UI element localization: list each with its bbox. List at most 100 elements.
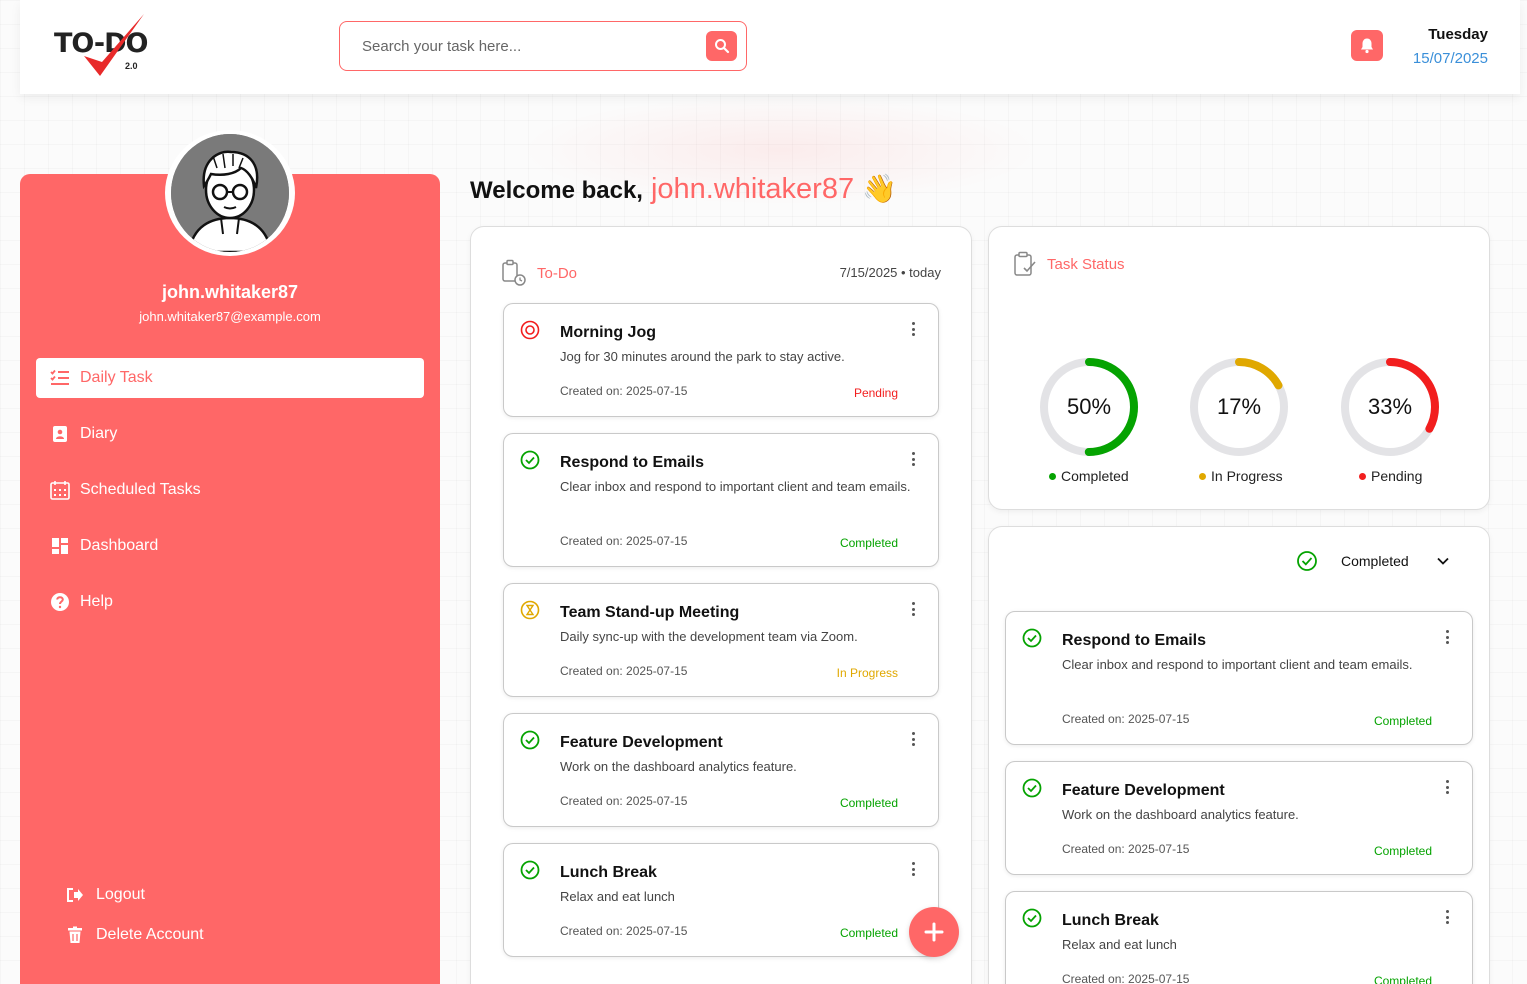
task-created: Created on: 2025-07-15 bbox=[1062, 972, 1190, 984]
task-status: Pending bbox=[853, 386, 898, 400]
task-card[interactable]: Feature Development Work on the dashboar… bbox=[503, 713, 939, 827]
sidebar: john.whitaker87 john.whitaker87@example.… bbox=[20, 174, 440, 984]
sidebar-user-email: john.whitaker87@example.com bbox=[139, 309, 321, 324]
sidebar-item-dashboard[interactable]: Dashboard bbox=[36, 526, 424, 566]
task-description: Relax and eat lunch bbox=[560, 889, 675, 904]
wave-icon: 👋 bbox=[862, 173, 897, 204]
search-box bbox=[339, 21, 747, 71]
welcome-heading: Welcome back, john.whitaker87 👋 bbox=[470, 172, 897, 206]
check-circle-icon bbox=[520, 730, 540, 750]
check-circle-icon bbox=[520, 450, 540, 470]
sidebar-item-label: Help bbox=[80, 593, 113, 610]
legend-label: Completed bbox=[1061, 468, 1129, 484]
dashboard-icon bbox=[50, 536, 70, 556]
top-header: TO-DO 2.0 Tuesday 15/07/2025 bbox=[20, 0, 1520, 94]
task-title: Feature Development bbox=[1062, 782, 1225, 799]
task-description: Jog for 30 minutes around the park to st… bbox=[560, 349, 845, 364]
more-options-icon[interactable] bbox=[908, 860, 918, 878]
task-title: Lunch Break bbox=[560, 864, 657, 881]
bell-icon bbox=[1361, 38, 1373, 54]
search-button[interactable] bbox=[706, 31, 737, 61]
more-options-icon[interactable] bbox=[1442, 628, 1452, 646]
task-description: Relax and eat lunch bbox=[1062, 937, 1177, 952]
app-logo[interactable]: TO-DO 2.0 bbox=[54, 12, 164, 82]
task-status-title-label: Task Status bbox=[1047, 255, 1125, 273]
task-description: Work on the dashboard analytics feature. bbox=[1062, 807, 1299, 822]
task-status-title: Task Status bbox=[1013, 251, 1125, 277]
todo-date: 7/15/2025 • today bbox=[839, 265, 941, 280]
task-status: Completed bbox=[1373, 974, 1432, 984]
check-circle-icon bbox=[1022, 908, 1042, 928]
logout-label: Logout bbox=[96, 886, 145, 903]
check-circle-icon bbox=[1297, 551, 1317, 571]
task-status: In Progress bbox=[836, 666, 898, 680]
search-input[interactable] bbox=[362, 34, 692, 58]
more-options-icon[interactable] bbox=[908, 600, 918, 618]
task-status: Completed bbox=[1373, 844, 1432, 858]
donut-pending-value: 33% bbox=[1367, 394, 1413, 419]
task-description: Work on the dashboard analytics feature. bbox=[560, 759, 797, 774]
task-description: Clear inbox and respond to important cli… bbox=[560, 479, 911, 494]
avatar-image bbox=[171, 134, 289, 252]
task-created: Created on: 2025-07-15 bbox=[560, 534, 688, 548]
task-card[interactable]: Lunch Break Relax and eat lunch Created … bbox=[1005, 891, 1473, 984]
help-icon bbox=[50, 592, 70, 612]
task-card[interactable]: Lunch Break Relax and eat lunch Created … bbox=[503, 843, 939, 957]
calendar-icon bbox=[50, 480, 70, 500]
sidebar-user-name: john.whitaker87 bbox=[161, 282, 299, 302]
list-icon bbox=[50, 368, 70, 388]
sidebar-item-label: Dashboard bbox=[80, 537, 159, 554]
sidebar-item-daily-task[interactable]: Daily Task bbox=[36, 358, 424, 398]
avatar[interactable] bbox=[165, 130, 295, 256]
task-card[interactable]: Respond to Emails Clear inbox and respon… bbox=[1005, 611, 1473, 745]
sidebar-item-help[interactable]: Help bbox=[36, 582, 424, 622]
check-circle-icon bbox=[1022, 778, 1042, 798]
task-created: Created on: 2025-07-15 bbox=[560, 794, 688, 808]
task-title: Respond to Emails bbox=[1062, 632, 1207, 649]
task-card[interactable]: Respond to Emails Clear inbox and respon… bbox=[503, 433, 939, 567]
logo-checkmark-icon bbox=[84, 14, 144, 76]
more-options-icon[interactable] bbox=[1442, 908, 1452, 926]
current-date: 15/07/2025 bbox=[1412, 50, 1488, 67]
clipboard-clock-icon bbox=[501, 259, 527, 287]
plus-icon bbox=[924, 922, 944, 942]
task-status: Completed bbox=[839, 536, 898, 550]
task-status: Completed bbox=[839, 926, 898, 940]
task-card[interactable]: Morning Jog Jog for 30 minutes around th… bbox=[503, 303, 939, 417]
status-filter-dropdown[interactable]: Completed bbox=[1296, 550, 1449, 572]
add-task-button[interactable] bbox=[909, 907, 959, 957]
logout-button[interactable]: Logout bbox=[66, 883, 145, 907]
task-title: Team Stand-up Meeting bbox=[560, 604, 740, 621]
notifications-button[interactable] bbox=[1351, 30, 1383, 61]
pending-circle-icon bbox=[520, 320, 540, 340]
task-title: Lunch Break bbox=[1062, 912, 1159, 929]
task-title: Respond to Emails bbox=[560, 454, 705, 471]
more-options-icon[interactable] bbox=[908, 320, 918, 338]
donut-completed-value: 50% bbox=[1066, 394, 1112, 419]
task-created: Created on: 2025-07-15 bbox=[560, 664, 688, 678]
task-card[interactable]: Feature Development Work on the dashboar… bbox=[1005, 761, 1473, 875]
more-options-icon[interactable] bbox=[1442, 778, 1452, 796]
task-created: Created on: 2025-07-15 bbox=[1062, 712, 1190, 726]
task-created: Created on: 2025-07-15 bbox=[560, 924, 688, 938]
filter-label: Completed bbox=[1341, 553, 1409, 569]
welcome-username: john.whitaker87 bbox=[650, 173, 855, 205]
chevron-down-icon bbox=[1437, 557, 1449, 565]
task-description: Clear inbox and respond to important cli… bbox=[1062, 657, 1413, 672]
task-created: Created on: 2025-07-15 bbox=[560, 384, 688, 398]
sidebar-item-scheduled-tasks[interactable]: Scheduled Tasks bbox=[36, 470, 424, 510]
delete-account-button[interactable]: Delete Account bbox=[66, 923, 204, 947]
donut-in-progress-value: 17% bbox=[1216, 394, 1262, 419]
diary-icon bbox=[50, 424, 70, 444]
task-title: Feature Development bbox=[560, 734, 723, 751]
sidebar-item-label: Diary bbox=[80, 425, 118, 442]
sidebar-item-diary[interactable]: Diary bbox=[36, 414, 424, 454]
legend-label: Pending bbox=[1371, 468, 1423, 484]
task-status: Completed bbox=[839, 796, 898, 810]
more-options-icon[interactable] bbox=[908, 730, 918, 748]
more-options-icon[interactable] bbox=[908, 450, 918, 468]
delete-account-label: Delete Account bbox=[96, 926, 204, 943]
sidebar-item-label: Daily Task bbox=[80, 369, 153, 386]
task-card[interactable]: Team Stand-up Meeting Daily sync-up with… bbox=[503, 583, 939, 697]
check-circle-icon bbox=[1022, 628, 1042, 648]
